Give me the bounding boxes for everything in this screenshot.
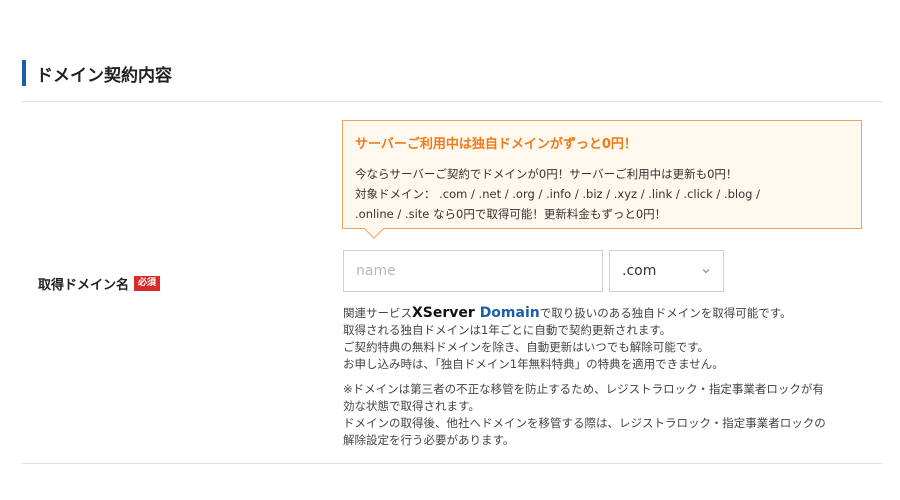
xserver-domain-logo: XServer Domain <box>412 305 540 321</box>
section-accent-bar <box>22 60 26 86</box>
note-line: お申し込み時は、「独自ドメイン1年無料特典」の特典を適用できません。 <box>343 357 724 371</box>
notes-spacer <box>343 373 873 381</box>
note-line: ご契約特典の無料ドメインを除き、自動更新はいつでも解除可能です。 <box>343 340 710 354</box>
warning-line: 効な状態で取得されます。 <box>343 399 480 413</box>
brand-domain: Domain <box>479 305 540 321</box>
divider-bottom <box>22 463 882 464</box>
note-intro-suffix: で取り扱いのある独自ドメインを取得可能です。 <box>539 306 792 320</box>
warning-line: 解除設定を行う必要があります。 <box>343 433 515 447</box>
required-badge: 必須 <box>134 276 161 291</box>
promo-line: 対象ドメイン： .com / .net / .org / .info / .bi… <box>355 187 760 201</box>
warning-line: ※ドメインは第三者の不正な移管を防止するため、レジストラロック・指定事業者ロック… <box>343 382 824 396</box>
tld-select[interactable]: .com <box>609 250 724 292</box>
chevron-down-icon <box>702 269 710 274</box>
note-line: 取得される独自ドメインは1年ごとに自動で契約更新されます。 <box>343 323 672 337</box>
note-intro-prefix: 関連サービス <box>343 306 412 320</box>
promo-title: サーバーご利用中は独自ドメインがずっと0円！ <box>355 137 637 152</box>
section-title: ドメイン契約内容 <box>36 65 172 86</box>
note-intro: 関連サービスXServer Domainで取り扱いのある独自ドメインを取得可能で… <box>343 305 873 322</box>
divider-top <box>22 101 882 102</box>
promo-callout: サーバーご利用中は独自ドメインがずっと0円！ 今ならサーバーご契約でドメインが0… <box>342 120 862 239</box>
section-header: ドメイン契約内容 <box>22 60 172 86</box>
domain-name-input[interactable] <box>343 250 603 292</box>
promo-line: .online / .site なら0円で取得可能！更新料金もずっと0円！ <box>355 207 667 221</box>
domain-notes: 関連サービスXServer Domainで取り扱いのある独自ドメインを取得可能で… <box>343 305 873 449</box>
domain-name-label-text: 取得ドメイン名 <box>38 278 130 293</box>
domain-name-label: 取得ドメイン名 必須 <box>38 274 161 293</box>
tld-select-value: .com <box>622 263 657 279</box>
brand-xserver: XServer <box>412 305 475 321</box>
warning-line: ドメインの取得後、他社へドメインを移管する際は、レジストラロック・指定事業者ロッ… <box>343 416 826 430</box>
promo-line: 今ならサーバーご契約でドメインが0円！サーバーご利用中は更新も0円！ <box>355 167 738 181</box>
